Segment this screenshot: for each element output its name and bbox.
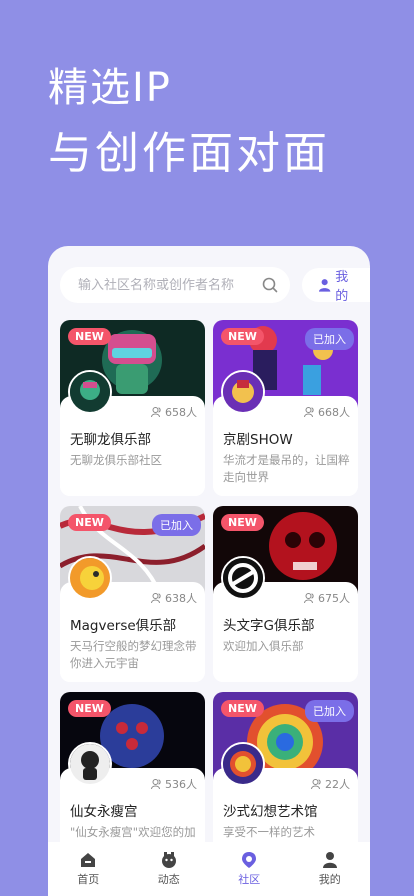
home-icon bbox=[81, 853, 96, 867]
members-icon bbox=[304, 593, 314, 604]
new-badge: NEW bbox=[221, 700, 264, 717]
community-desc: 华流才是最吊的，让国粹走向世界 bbox=[223, 453, 350, 484]
member-count-value: 668人 bbox=[318, 406, 350, 419]
member-count-value: 22人 bbox=[325, 778, 350, 791]
members-icon bbox=[151, 593, 161, 604]
members-icon bbox=[304, 407, 314, 418]
community-desc: 天马行空般的梦幻理念带你进入元宇宙 bbox=[70, 639, 197, 670]
joined-badge: 已加入 bbox=[305, 700, 354, 722]
member-count-value: 638人 bbox=[165, 592, 197, 605]
tab-profile-label: 我的 bbox=[318, 873, 341, 886]
community-title: 无聊龙俱乐部 bbox=[70, 432, 151, 448]
joined-badge: 已加入 bbox=[305, 328, 354, 350]
community-desc: "仙女永瘦宫"欢迎您的加 bbox=[70, 825, 196, 839]
community-card[interactable]: NEW 已加入 638人 Magverse俱乐部 天马行空般的梦幻理念带你进入元… bbox=[60, 506, 205, 682]
member-count: 668人 bbox=[304, 404, 350, 420]
hero-line-1: 精选IP bbox=[48, 65, 172, 111]
community-card[interactable]: NEW 已加入 668人 京剧SHOW 华流才是最吊的，让国粹走向世界 bbox=[213, 320, 358, 496]
new-badge: NEW bbox=[221, 514, 264, 531]
tab-community-label: 社区 bbox=[238, 873, 261, 886]
app-screen: 我的 NEW 658人 无聊龙俱乐部 无聊龙俱乐部社区 bbox=[48, 246, 370, 896]
member-count: 536人 bbox=[151, 776, 197, 792]
my-communities-label: 我的 bbox=[335, 270, 349, 304]
new-badge: NEW bbox=[68, 700, 111, 717]
community-avatar bbox=[221, 556, 265, 600]
members-icon bbox=[311, 779, 321, 790]
community-avatar bbox=[221, 370, 265, 414]
hero: 精选IP 与创作面对面 bbox=[48, 58, 330, 186]
community-avatar bbox=[68, 370, 112, 414]
joined-badge: 已加入 bbox=[152, 514, 201, 536]
community-title: 头文字G俱乐部 bbox=[223, 618, 315, 634]
new-badge: NEW bbox=[221, 328, 264, 345]
search-row: 我的 bbox=[60, 266, 370, 304]
my-communities-button[interactable]: 我的 bbox=[302, 268, 370, 304]
community-card[interactable]: NEW 675人 头文字G俱乐部 欢迎加入俱乐部 bbox=[213, 506, 358, 682]
search-icon[interactable] bbox=[262, 277, 278, 293]
member-count-value: 675人 bbox=[318, 592, 350, 605]
search-input[interactable] bbox=[78, 277, 258, 293]
profile-icon bbox=[322, 852, 337, 868]
tab-activity[interactable]: 动态 bbox=[139, 851, 199, 887]
new-badge: NEW bbox=[68, 514, 111, 531]
tab-home[interactable]: 首页 bbox=[58, 851, 118, 887]
tab-activity-label: 动态 bbox=[157, 873, 180, 886]
member-count: 638人 bbox=[151, 590, 197, 606]
member-count: 658人 bbox=[151, 404, 197, 420]
community-desc: 无聊龙俱乐部社区 bbox=[70, 453, 162, 467]
community-avatar bbox=[221, 742, 265, 786]
member-count-value: 536人 bbox=[165, 778, 197, 791]
community-title: 京剧SHOW bbox=[223, 432, 293, 448]
community-avatar bbox=[68, 742, 112, 786]
activity-icon bbox=[161, 852, 176, 868]
member-count: 22人 bbox=[311, 776, 350, 792]
user-icon bbox=[318, 279, 331, 292]
members-icon bbox=[151, 407, 161, 418]
bottom-tab-bar: 首页 动态 社区 我的 bbox=[48, 842, 370, 896]
community-desc: 享受不一样的艺术 bbox=[223, 825, 315, 839]
community-icon bbox=[242, 852, 257, 868]
new-badge: NEW bbox=[68, 328, 111, 345]
hero-line-2: 与创作面对面 bbox=[48, 128, 330, 179]
tab-home-label: 首页 bbox=[77, 873, 100, 886]
community-avatar bbox=[68, 556, 112, 600]
community-desc: 欢迎加入俱乐部 bbox=[223, 639, 304, 653]
member-count: 675人 bbox=[304, 590, 350, 606]
community-card[interactable]: NEW 658人 无聊龙俱乐部 无聊龙俱乐部社区 bbox=[60, 320, 205, 496]
member-count-value: 658人 bbox=[165, 406, 197, 419]
members-icon bbox=[151, 779, 161, 790]
tab-community[interactable]: 社区 bbox=[219, 851, 279, 887]
community-title: 仙女永瘦宫 bbox=[70, 804, 138, 820]
search-box[interactable] bbox=[60, 267, 290, 303]
community-title: Magverse俱乐部 bbox=[70, 618, 177, 634]
tab-profile[interactable]: 我的 bbox=[300, 851, 360, 887]
community-title: 沙式幻想艺术馆 bbox=[223, 804, 318, 820]
